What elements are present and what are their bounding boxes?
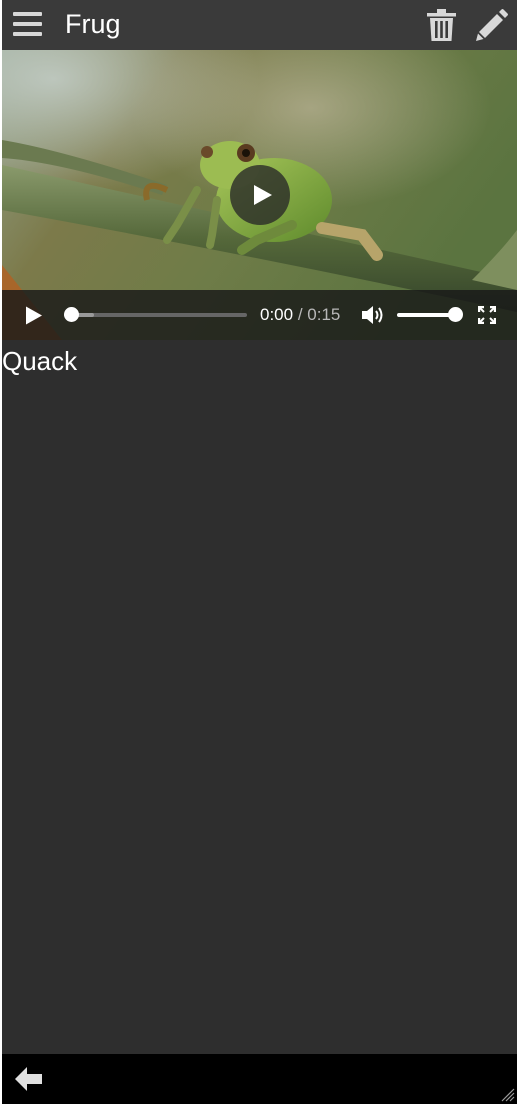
back-arrow-icon[interactable] <box>15 1067 42 1091</box>
big-play-button[interactable] <box>230 165 290 225</box>
play-icon[interactable] <box>25 306 43 325</box>
hamburger-menu-icon[interactable] <box>13 12 42 36</box>
top-bar: Frug <box>2 0 517 50</box>
volume-icon[interactable] <box>362 305 384 325</box>
duration: 0:15 <box>307 305 341 324</box>
seek-bar[interactable] <box>64 307 247 322</box>
video-controls-bar: 0:00 / 0:15 <box>2 290 517 340</box>
seek-thumb[interactable] <box>64 307 79 322</box>
volume-slider[interactable] <box>397 307 463 322</box>
video-player[interactable]: 0:00 / 0:15 <box>2 50 517 340</box>
video-caption: Quack <box>2 346 78 376</box>
page-title: Frug <box>65 9 121 39</box>
time-display: 0:00 / 0:15 <box>260 305 340 325</box>
resize-grip-icon[interactable] <box>501 1088 515 1102</box>
fullscreen-icon[interactable] <box>478 306 496 324</box>
trash-icon[interactable] <box>427 9 456 41</box>
app-window: Frug 0:00 / 0:15 Quack <box>2 0 517 1104</box>
bottom-bar <box>2 1054 517 1104</box>
pencil-icon[interactable] <box>476 9 508 41</box>
time-separator: / <box>293 305 308 324</box>
volume-thumb[interactable] <box>448 307 463 322</box>
current-time: 0:00 <box>260 305 294 324</box>
